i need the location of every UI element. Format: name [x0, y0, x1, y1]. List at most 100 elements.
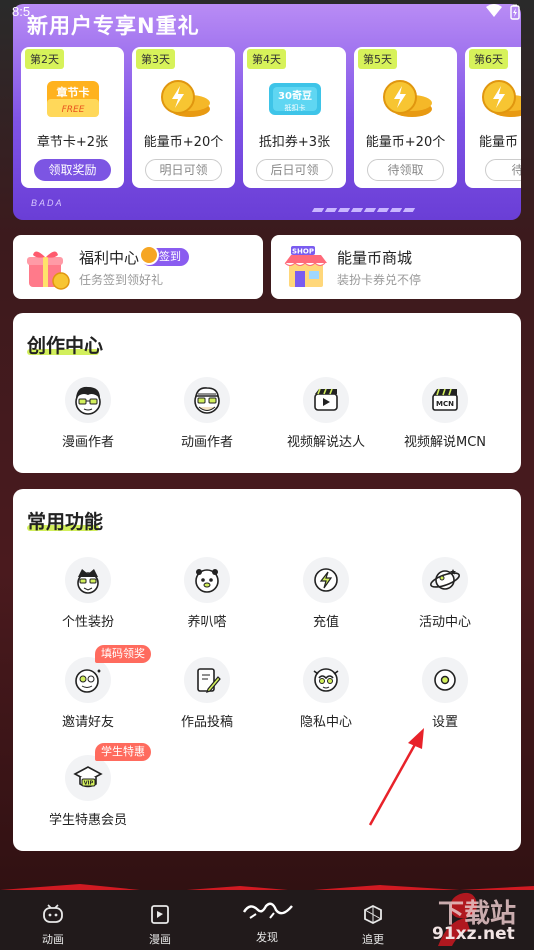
follow-tab-icon: [364, 904, 382, 925]
energy-coin-shop-subtitle: 装扮卡券兑不停: [337, 273, 422, 287]
video-mcn-item[interactable]: MCN 视频解说MCN: [386, 377, 504, 450]
video-commentator-icon: [303, 377, 349, 423]
day-badge: 第6天: [469, 49, 508, 69]
pending-button[interactable]: 待领: [485, 159, 521, 181]
pet-icon: [184, 557, 230, 603]
comic-author-label: 漫画作者: [61, 435, 114, 450]
shop-icon-text: SHOP: [292, 248, 314, 256]
student-discount-tag: 学生特惠: [95, 743, 151, 761]
reward-text: 抵扣券+3张: [258, 135, 331, 150]
status-time: 8:5: [12, 4, 31, 19]
energy-coin-icon: [382, 80, 432, 117]
reward-card-day2[interactable]: 第2天 章节卡 FREE 章节卡+2张 领取奖励: [21, 47, 124, 188]
nav-follow-label: 追更: [362, 933, 384, 946]
discover-tab-icon: [242, 902, 293, 919]
promo-decoration: [311, 208, 416, 212]
creator-center-section: 创作中心 漫画作者 动画作者 视频解说达人 MCN 视频解说MCN: [13, 313, 521, 473]
video-commentator-label: 视频解说达人: [286, 435, 365, 450]
privacy-center-item[interactable]: 隐私中心: [267, 657, 385, 730]
invite-friends-item[interactable]: 填码领奖 邀请好友: [29, 645, 151, 730]
creator-center-title: 创作中心: [27, 335, 104, 357]
dress-up-item[interactable]: 个性装扮: [29, 557, 147, 630]
animation-author-label: 动画作者: [180, 435, 233, 450]
comic-author-item[interactable]: 漫画作者: [29, 377, 147, 450]
battery-icon: [510, 4, 520, 20]
red-pointer-arrow: [368, 728, 424, 826]
submit-work-item[interactable]: 作品投稿: [148, 657, 266, 730]
comic-author-icon: [65, 377, 111, 423]
chapter-card-icon-sub: FREE: [61, 105, 84, 115]
animation-author-item[interactable]: 动画作者: [148, 377, 266, 450]
coupon-icon: 30奇豆 抵扣卡: [268, 83, 321, 115]
coupon-icon-text: 30奇豆: [278, 89, 312, 102]
student-vip-icon-text: VIP: [84, 781, 94, 787]
invite-friends-icon: [65, 657, 111, 703]
nav-discover[interactable]: 发现: [237, 898, 297, 945]
student-vip-label: 学生特惠会员: [48, 813, 127, 828]
promo-title: 新用户专享N重礼: [27, 14, 200, 38]
checkin-coin-icon: [139, 245, 159, 265]
pet-item[interactable]: 养叭嗒: [148, 557, 266, 630]
mcn-icon: MCN: [422, 377, 468, 423]
tomorrow-button[interactable]: 明日可领: [145, 159, 222, 181]
reward-text: 能量币: [479, 135, 519, 150]
animation-author-icon: [184, 377, 230, 423]
day-after-button[interactable]: 后日可领: [256, 159, 333, 181]
welfare-center-subtitle: 任务签到领好礼: [79, 273, 164, 287]
recharge-item[interactable]: 充值: [267, 557, 385, 630]
activity-center-item[interactable]: 活动中心: [386, 557, 504, 630]
student-vip-item[interactable]: 学生特惠 VIP 学生特惠会员: [29, 743, 151, 828]
invite-friends-label: 邀请好友: [61, 715, 114, 730]
reward-text: 章节卡+2张: [36, 135, 109, 150]
fill-code-reward-tag: 填码领奖: [95, 645, 151, 663]
video-mcn-label: 视频解说MCN: [403, 435, 487, 450]
welfare-center-card[interactable]: 福利中心 签到 任务签到领好礼: [13, 235, 263, 299]
dress-up-icon: [65, 557, 111, 603]
reward-card-day6[interactable]: 第6天 能量币 待领: [465, 47, 521, 188]
chapter-card-icon: 章节卡 FREE: [46, 81, 99, 117]
watermark-text-url: 91xz.net: [432, 924, 515, 944]
reward-card-day5[interactable]: 第5天 能量币+20个 待领取: [354, 47, 457, 188]
reward-text: 能量币+20个: [143, 135, 224, 150]
nav-comic-label: 漫画: [149, 933, 171, 946]
activity-center-label: 活动中心: [418, 615, 471, 630]
energy-coin-icon: [160, 80, 210, 117]
activity-center-icon: [422, 557, 468, 603]
recharge-label: 充值: [312, 615, 339, 630]
energy-coin-shop-title: 能量币商城: [337, 249, 413, 267]
chapter-card-icon-text: 章节卡: [56, 85, 89, 99]
nav-discover-label: 发现: [256, 931, 278, 944]
day-badge: 第5天: [358, 49, 397, 69]
shop-icon: SHOP: [284, 246, 327, 287]
claim-reward-button[interactable]: 领取奖励: [34, 159, 111, 181]
day-badge: 第4天: [247, 49, 286, 69]
nav-comic[interactable]: 漫画: [130, 904, 190, 947]
day-badge: 第2天: [25, 49, 64, 69]
day-badge: 第3天: [136, 49, 175, 69]
recharge-icon: [303, 557, 349, 603]
mcn-icon-text: MCN: [436, 400, 454, 408]
nav-animation-label: 动画: [42, 933, 64, 946]
submit-work-icon: [184, 657, 230, 703]
promo-footer-brand: BADA: [31, 198, 64, 208]
wifi-icon: [486, 4, 502, 17]
settings-item[interactable]: 设置: [386, 657, 504, 730]
dress-up-label: 个性装扮: [61, 615, 114, 630]
energy-coin-shop-card[interactable]: SHOP 能量币商城 装扮卡券兑不停: [271, 235, 521, 299]
promo-reward-cards: 第2天 章节卡 FREE 章节卡+2张 领取奖励 第3天 能量币+20个 明日可…: [21, 47, 521, 188]
student-vip-icon: VIP: [65, 755, 111, 801]
comic-tab-icon: [151, 905, 169, 924]
reward-card-day3[interactable]: 第3天 能量币+20个 明日可领: [132, 47, 235, 188]
video-commentator-item[interactable]: 视频解说达人: [267, 377, 385, 450]
gift-icon: [27, 251, 70, 290]
nav-follow[interactable]: 追更: [343, 904, 403, 947]
reward-text: 能量币+20个: [365, 135, 446, 150]
common-functions-title: 常用功能: [27, 511, 104, 533]
energy-coin-icon: [482, 80, 521, 117]
pending-button[interactable]: 待领取: [367, 159, 444, 181]
new-user-promo-banner: 新用户专享N重礼 第2天 章节卡 FREE 章节卡+2张 领取奖励 第3天 能量…: [13, 4, 521, 220]
settings-icon: [422, 657, 468, 703]
nav-animation[interactable]: 动画: [23, 904, 83, 947]
reward-card-day4[interactable]: 第4天 30奇豆 抵扣卡 抵扣券+3张 后日可领: [243, 47, 346, 188]
welfare-center-title: 福利中心: [79, 249, 140, 267]
